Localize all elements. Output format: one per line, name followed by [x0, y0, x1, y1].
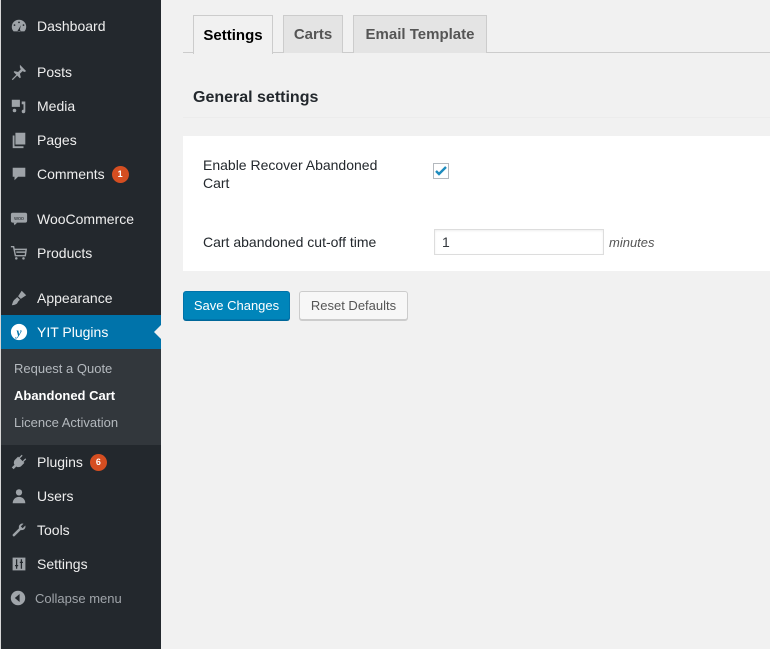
sidebar-item-label: Comments [37, 166, 105, 182]
pushpin-icon [1, 63, 37, 81]
sidebar-item-label: Users [37, 488, 74, 504]
woocommerce-icon: woo [1, 211, 37, 227]
svg-text:woo: woo [13, 216, 24, 222]
save-changes-button[interactable]: Save Changes [183, 291, 290, 320]
sidebar-item-yit-plugins[interactable]: y YIT Plugins [1, 315, 162, 349]
sidebar-item-label: Plugins [37, 454, 83, 470]
checkmark-icon [435, 166, 447, 176]
dashboard-icon [1, 17, 37, 35]
sidebar-item-label: Products [37, 245, 93, 261]
yit-plugins-submenu: Request a Quote Abandoned Cart Licence A… [1, 349, 161, 445]
sidebar-item-media[interactable]: Media [1, 89, 161, 123]
cutoff-time-input[interactable] [434, 229, 604, 255]
tab-carts[interactable]: Carts [283, 15, 343, 53]
cutoff-time-label: Cart abandoned cut-off time [203, 234, 377, 250]
enable-recover-label-line2: Cart [203, 175, 230, 191]
pages-icon [1, 131, 37, 149]
plug-icon [1, 453, 37, 471]
sidebar-item-posts[interactable]: Posts [1, 55, 161, 89]
collapse-menu-label: Collapse menu [35, 590, 122, 606]
comment-icon [1, 165, 37, 183]
wrench-icon [1, 521, 37, 539]
media-icon [1, 97, 37, 115]
sidebar-item-users[interactable]: Users [1, 479, 161, 513]
sidebar-item-woocommerce[interactable]: woo WooCommerce [1, 202, 161, 236]
svg-text:y: y [14, 326, 22, 339]
yit-icon: y [1, 323, 37, 341]
user-icon [1, 487, 37, 505]
sidebar-item-settings[interactable]: Settings [1, 547, 161, 581]
cutoff-time-unit: minutes [609, 235, 655, 250]
enable-recover-label-line1: Enable Recover Abandoned [203, 157, 378, 173]
enable-recover-checkbox[interactable] [433, 163, 449, 179]
sliders-icon [1, 556, 37, 572]
sidebar-item-label: WooCommerce [37, 211, 134, 227]
sidebar-item-appearance[interactable]: Appearance [1, 281, 161, 315]
admin-sidebar: Dashboard Posts Media Pages Comments 1 w… [0, 0, 162, 649]
submenu-item-licence-activation[interactable]: Licence Activation [14, 415, 118, 430]
sidebar-item-label: Tools [37, 522, 70, 538]
submenu-item-request-a-quote[interactable]: Request a Quote [14, 361, 112, 376]
sidebar-item-label: Dashboard [37, 18, 106, 34]
settings-tabs: Settings Carts Email Template [183, 15, 770, 54]
sidebar-item-label: Media [37, 98, 76, 114]
sidebar-item-label: Posts [37, 64, 73, 80]
sidebar-item-label: Pages [37, 132, 77, 148]
sidebar-item-plugins[interactable]: Plugins 6 [1, 445, 161, 479]
section-title: General settings [193, 89, 319, 106]
sidebar-item-tools[interactable]: Tools [1, 513, 161, 547]
sidebar-item-pages[interactable]: Pages [1, 123, 161, 157]
reset-defaults-button[interactable]: Reset Defaults [299, 291, 408, 320]
collapse-arrow-icon [1, 590, 35, 606]
collapse-menu-button[interactable]: Collapse menu [1, 581, 161, 615]
settings-panel: Enable Recover Abandoned Cart Cart aband… [183, 136, 770, 271]
tab-settings[interactable]: Settings [193, 15, 273, 54]
sidebar-item-label: Settings [37, 556, 88, 572]
paintbrush-icon [1, 289, 37, 307]
sidebar-item-dashboard[interactable]: Dashboard [1, 9, 161, 43]
active-menu-arrow [154, 324, 162, 340]
comments-count-badge: 1 [111, 165, 129, 183]
submenu-item-abandoned-cart[interactable]: Abandoned Cart [14, 388, 115, 403]
sidebar-item-comments[interactable]: Comments 1 [1, 157, 161, 191]
sidebar-item-label: Appearance [37, 290, 113, 306]
sidebar-item-products[interactable]: Products [1, 236, 161, 270]
sidebar-item-label: YIT Plugins [37, 324, 109, 340]
plugins-update-badge: 6 [89, 453, 107, 471]
section-divider [183, 117, 770, 118]
cart-icon [1, 244, 37, 262]
enable-recover-label: Enable Recover Abandoned Cart [203, 156, 403, 192]
tab-email-template[interactable]: Email Template [353, 15, 487, 53]
